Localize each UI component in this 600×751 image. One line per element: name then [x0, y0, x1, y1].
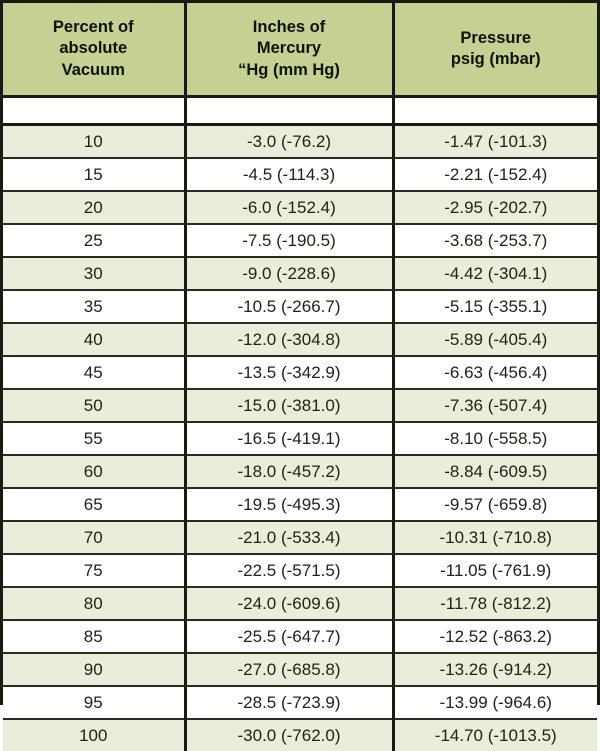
cell-percent-vacuum: 90: [3, 653, 185, 686]
table-row: 20 -6.0 (-152.4) -2.95 (-202.7): [3, 191, 597, 224]
cell-percent-vacuum: 95: [3, 686, 185, 719]
table-row: 40 -12.0 (-304.8) -5.89 (-405.4): [3, 323, 597, 356]
cell-inches-mercury: -9.0 (-228.6): [185, 257, 393, 290]
cell-inches-mercury: -21.0 (-533.4): [185, 521, 393, 554]
table-row: 65 -19.5 (-495.3) -9.57 (-659.8): [3, 488, 597, 521]
cell-inches-mercury: -15.0 (-381.0): [185, 389, 393, 422]
cell-percent-vacuum: 50: [3, 389, 185, 422]
vacuum-conversion-table-container: Percent of absolute Vacuum Inches of Mer…: [0, 0, 600, 705]
table-row: 70 -21.0 (-533.4) -10.31 (-710.8): [3, 521, 597, 554]
vacuum-conversion-table: Percent of absolute Vacuum Inches of Mer…: [3, 3, 597, 751]
cell-percent-vacuum: 80: [3, 587, 185, 620]
cell-pressure-psig: -11.78 (-812.2): [393, 587, 597, 620]
cell-inches-mercury: -4.5 (-114.3): [185, 158, 393, 191]
cell-pressure-psig: -4.42 (-304.1): [393, 257, 597, 290]
cell-inches-mercury: -30.0 (-762.0): [185, 719, 393, 751]
cell-inches-mercury: -28.5 (-723.9): [185, 686, 393, 719]
table-row: 30 -9.0 (-228.6) -4.42 (-304.1): [3, 257, 597, 290]
cell-percent-vacuum: 60: [3, 455, 185, 488]
cell-inches-mercury: -13.5 (-342.9): [185, 356, 393, 389]
table-row: 50 -15.0 (-381.0) -7.36 (-507.4): [3, 389, 597, 422]
table-row: 10 -3.0 (-76.2) -1.47 (-101.3): [3, 125, 597, 159]
cell-percent-vacuum: 70: [3, 521, 185, 554]
table-row: 80 -24.0 (-609.6) -11.78 (-812.2): [3, 587, 597, 620]
table-row: 90 -27.0 (-685.8) -13.26 (-914.2): [3, 653, 597, 686]
cell-percent-vacuum: 55: [3, 422, 185, 455]
cell-inches-mercury: -3.0 (-76.2): [185, 125, 393, 159]
cell-inches-mercury: -16.5 (-419.1): [185, 422, 393, 455]
cell-pressure-psig: -2.21 (-152.4): [393, 158, 597, 191]
cell-inches-mercury: -27.0 (-685.8): [185, 653, 393, 686]
blank-cell: [393, 97, 597, 125]
header-line: Mercury: [191, 38, 388, 59]
table-row: 55 -16.5 (-419.1) -8.10 (-558.5): [3, 422, 597, 455]
cell-pressure-psig: -10.31 (-710.8): [393, 521, 597, 554]
header-line: Pressure: [399, 28, 594, 49]
cell-percent-vacuum: 15: [3, 158, 185, 191]
column-header-percent-vacuum: Percent of absolute Vacuum: [3, 3, 185, 97]
cell-pressure-psig: -11.05 (-761.9): [393, 554, 597, 587]
cell-inches-mercury: -12.0 (-304.8): [185, 323, 393, 356]
table-row: 85 -25.5 (-647.7) -12.52 (-863.2): [3, 620, 597, 653]
blank-spacer-row: [3, 97, 597, 125]
header-line: “Hg (mm Hg): [191, 60, 388, 81]
header-line: Percent of: [7, 17, 180, 38]
cell-pressure-psig: -2.95 (-202.7): [393, 191, 597, 224]
cell-pressure-psig: -13.26 (-914.2): [393, 653, 597, 686]
cell-pressure-psig: -14.70 (-1013.5): [393, 719, 597, 751]
table-row: 15 -4.5 (-114.3) -2.21 (-152.4): [3, 158, 597, 191]
cell-pressure-psig: -6.63 (-456.4): [393, 356, 597, 389]
cell-pressure-psig: -9.57 (-659.8): [393, 488, 597, 521]
cell-pressure-psig: -12.52 (-863.2): [393, 620, 597, 653]
cell-percent-vacuum: 40: [3, 323, 185, 356]
cell-percent-vacuum: 20: [3, 191, 185, 224]
cell-pressure-psig: -5.15 (-355.1): [393, 290, 597, 323]
header-row: Percent of absolute Vacuum Inches of Mer…: [3, 3, 597, 97]
header-line: psig (mbar): [399, 49, 594, 70]
cell-inches-mercury: -19.5 (-495.3): [185, 488, 393, 521]
table-row: 60 -18.0 (-457.2) -8.84 (-609.5): [3, 455, 597, 488]
cell-inches-mercury: -24.0 (-609.6): [185, 587, 393, 620]
cell-inches-mercury: -25.5 (-647.7): [185, 620, 393, 653]
cell-pressure-psig: -7.36 (-507.4): [393, 389, 597, 422]
cell-percent-vacuum: 75: [3, 554, 185, 587]
column-header-inches-mercury: Inches of Mercury “Hg (mm Hg): [185, 3, 393, 97]
table-row: 35 -10.5 (-266.7) -5.15 (-355.1): [3, 290, 597, 323]
cell-inches-mercury: -7.5 (-190.5): [185, 224, 393, 257]
cell-inches-mercury: -10.5 (-266.7): [185, 290, 393, 323]
cell-pressure-psig: -13.99 (-964.6): [393, 686, 597, 719]
cell-pressure-psig: -3.68 (-253.7): [393, 224, 597, 257]
table-row: 75 -22.5 (-571.5) -11.05 (-761.9): [3, 554, 597, 587]
cell-percent-vacuum: 100: [3, 719, 185, 751]
cell-percent-vacuum: 35: [3, 290, 185, 323]
cell-percent-vacuum: 25: [3, 224, 185, 257]
cell-pressure-psig: -8.10 (-558.5): [393, 422, 597, 455]
table-row: 100 -30.0 (-762.0) -14.70 (-1013.5): [3, 719, 597, 751]
cell-inches-mercury: -18.0 (-457.2): [185, 455, 393, 488]
table-header: Percent of absolute Vacuum Inches of Mer…: [3, 3, 597, 97]
table-row: 95 -28.5 (-723.9) -13.99 (-964.6): [3, 686, 597, 719]
header-line: Vacuum: [7, 60, 180, 81]
cell-percent-vacuum: 10: [3, 125, 185, 159]
cell-inches-mercury: -6.0 (-152.4): [185, 191, 393, 224]
header-line: Inches of: [191, 17, 388, 38]
column-header-pressure-psig: Pressure psig (mbar): [393, 3, 597, 97]
cell-pressure-psig: -8.84 (-609.5): [393, 455, 597, 488]
cell-percent-vacuum: 65: [3, 488, 185, 521]
table-row: 45 -13.5 (-342.9) -6.63 (-456.4): [3, 356, 597, 389]
cell-pressure-psig: -5.89 (-405.4): [393, 323, 597, 356]
header-line: absolute: [7, 38, 180, 59]
table-row: 25 -7.5 (-190.5) -3.68 (-253.7): [3, 224, 597, 257]
cell-percent-vacuum: 85: [3, 620, 185, 653]
blank-cell: [185, 97, 393, 125]
table-body: 10 -3.0 (-76.2) -1.47 (-101.3) 15 -4.5 (…: [3, 97, 597, 751]
cell-percent-vacuum: 30: [3, 257, 185, 290]
cell-percent-vacuum: 45: [3, 356, 185, 389]
cell-pressure-psig: -1.47 (-101.3): [393, 125, 597, 159]
blank-cell: [3, 97, 185, 125]
cell-inches-mercury: -22.5 (-571.5): [185, 554, 393, 587]
